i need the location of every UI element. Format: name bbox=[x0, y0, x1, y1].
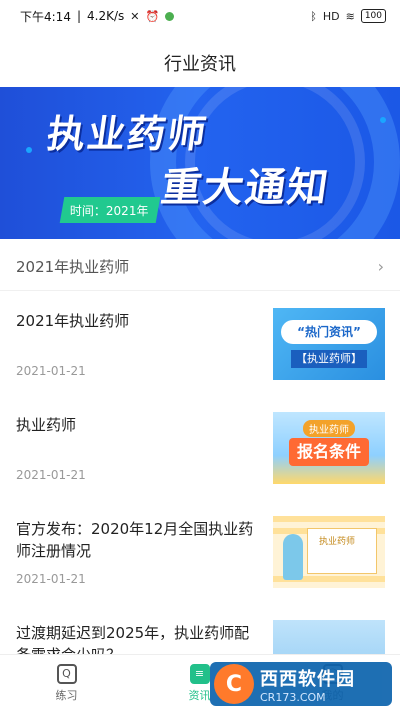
status-time: 下午4:14 bbox=[20, 9, 71, 24]
site-watermark: C 西西软件园 CR173.COM bbox=[210, 662, 392, 706]
thumb-text: 执业药师 bbox=[319, 537, 356, 547]
section-header[interactable]: 2021年执业药师 › bbox=[0, 243, 400, 291]
news-thumbnail: “热门资讯” 【执业药师】 bbox=[273, 308, 385, 380]
news-title: 官方发布：2020年12月全国执业药师注册情况 bbox=[16, 520, 254, 560]
list-item[interactable]: 2021年执业药师 2021-01-21 “热门资讯” 【执业药师】 bbox=[0, 292, 400, 396]
list-item[interactable]: 执业药师 2021-01-21 执业药师 报名条件 bbox=[0, 396, 400, 500]
news-date: 2021-01-21 bbox=[16, 572, 86, 586]
thumb-decoration bbox=[273, 516, 385, 522]
news-icon: ≡ bbox=[189, 663, 210, 684]
banner-date: 时间：2021年 bbox=[59, 197, 161, 223]
thumb-text: “热门资讯” bbox=[281, 320, 377, 344]
promo-banner[interactable]: 执业药师 重大通知 时间：2021年 bbox=[0, 87, 400, 239]
news-thumbnail: 执业药师 bbox=[273, 516, 385, 588]
tab-label: 资讯 bbox=[188, 688, 211, 702]
banner-decoration bbox=[380, 117, 386, 123]
section-label: 2021年执业药师 bbox=[16, 258, 130, 276]
book-icon: Q bbox=[56, 663, 77, 684]
tab-label: 练习 bbox=[55, 688, 78, 702]
doctor-figure bbox=[283, 534, 303, 580]
battery-icon: 100 bbox=[360, 9, 386, 23]
page-title: 行业资讯 bbox=[164, 54, 236, 75]
watermark-text: 西西软件园 bbox=[260, 668, 355, 690]
wifi-icon: ≋ bbox=[345, 9, 355, 23]
alarm-icon: ⏰ bbox=[145, 9, 160, 23]
watermark-url: CR173.COM bbox=[260, 690, 326, 704]
banner-decoration bbox=[26, 147, 32, 153]
watermark-logo-icon: C bbox=[214, 664, 254, 704]
news-date: 2021-01-21 bbox=[16, 364, 86, 378]
app-notification-icon bbox=[165, 11, 175, 21]
news-title: 执业药师 bbox=[16, 416, 77, 434]
net-speed: 4.2K/s bbox=[87, 9, 125, 23]
chevron-right-icon: › bbox=[377, 257, 384, 276]
banner-title-line1: 执业药师 bbox=[44, 112, 211, 156]
thumb-text: 报名条件 bbox=[289, 438, 369, 466]
divider: | bbox=[76, 9, 81, 23]
news-date: 2021-01-21 bbox=[16, 468, 86, 482]
list-item[interactable]: 官方发布：2020年12月全国执业药师注册情况 2021-01-21 执业药师 bbox=[0, 500, 400, 604]
mute-icon: ✕ bbox=[130, 9, 140, 23]
news-thumbnail: 执业药师 报名条件 bbox=[273, 412, 385, 484]
signal-icon: HD bbox=[322, 9, 340, 23]
tab-practice[interactable]: Q 练习 bbox=[0, 655, 133, 710]
thumb-text: 执业药师 bbox=[303, 420, 355, 437]
banner-title-line2: 重大通知 bbox=[158, 165, 333, 211]
thumb-text: 【执业药师】 bbox=[291, 350, 367, 368]
status-bar: 下午4:14 | 4.2K/s ✕ ⏰ ᛒ HD ≋ 100 bbox=[0, 0, 400, 32]
bluetooth-icon: ᛒ bbox=[310, 9, 317, 23]
news-title: 2021年执业药师 bbox=[16, 312, 130, 330]
